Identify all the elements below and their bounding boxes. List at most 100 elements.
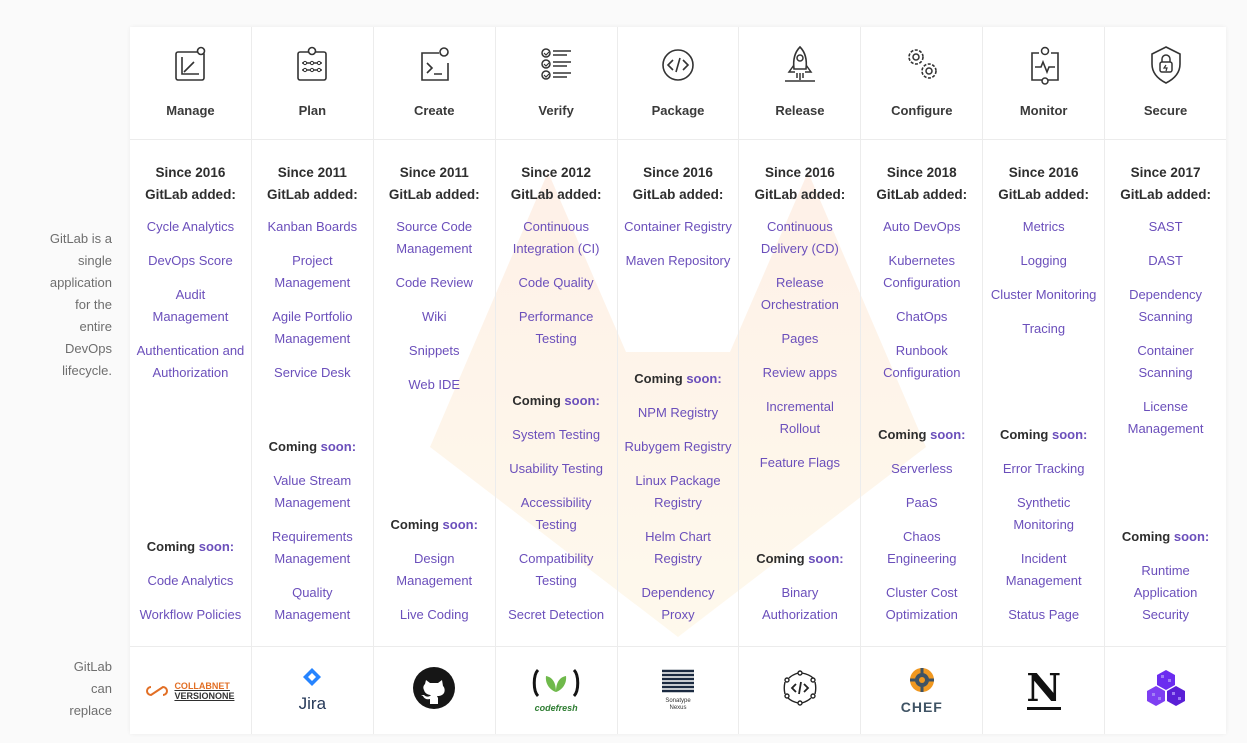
stage-column-create: Create Since 2011 GitLab added: Source Code… (373, 27, 496, 734)
feature-link[interactable]: Code Review (380, 272, 489, 294)
upcoming-feature-link[interactable]: Design Management (380, 548, 489, 592)
feature-link[interactable]: Runbook Configuration (867, 340, 976, 384)
stage-header-secure[interactable]: Secure (1105, 27, 1227, 140)
feature-link[interactable]: ChatOps (867, 306, 976, 328)
stage-header-create[interactable]: Create (373, 27, 495, 140)
feature-link[interactable]: Cluster Monitoring (989, 284, 1098, 306)
feature-link[interactable]: Audit Management (136, 284, 245, 328)
feature-link[interactable]: Project Management (258, 250, 367, 294)
feature-link[interactable]: Metrics (989, 216, 1098, 238)
replaced-tool-verify[interactable]: codefresh (495, 646, 617, 734)
added-heading: GitLab added: (998, 187, 1090, 202)
stage-name: Configure (891, 103, 953, 118)
upcoming-feature-link[interactable]: PaaS (867, 492, 976, 514)
feature-link[interactable]: Logging (989, 250, 1098, 272)
upcoming-feature-link[interactable]: Linux Package Registry (624, 470, 733, 514)
current-features: Since 2011 GitLab added: Source Code Manag… (380, 162, 489, 396)
feature-link[interactable]: Review apps (745, 362, 854, 384)
feature-link[interactable]: License Management (1111, 396, 1220, 440)
upcoming-feature-link[interactable]: NPM Registry (624, 402, 733, 424)
coming-soon-section: Coming soon: Design Management Live Coding (380, 514, 489, 638)
upcoming-feature-link[interactable]: Rubygem Registry (624, 436, 733, 458)
stage-header-release[interactable]: Release (739, 27, 861, 140)
replaced-tool-configure[interactable]: CHEF (861, 646, 983, 734)
upcoming-feature-link[interactable]: Quality Management (258, 582, 367, 626)
stage-features: Since 2017 GitLab added: SAST DAST Dependenc… (1105, 140, 1226, 646)
feature-link[interactable]: Agile Portfolio Management (258, 306, 367, 350)
upcoming-feature-link[interactable]: Incident Management (989, 548, 1098, 592)
feature-link[interactable]: Source Code Management (380, 216, 489, 260)
feature-link[interactable]: DAST (1111, 250, 1220, 272)
stage-header-monitor[interactable]: Monitor (983, 27, 1105, 140)
replaced-tool-manage[interactable]: COLLABNET VERSIONONE (130, 646, 251, 734)
caption-line: lifecycle. (62, 363, 112, 378)
replaced-tool-release[interactable] (739, 646, 861, 734)
feature-link[interactable]: Authentication and Authorization (136, 340, 245, 384)
feature-link[interactable]: Dependency Scanning (1111, 284, 1220, 328)
replaced-tool-create[interactable] (373, 646, 495, 734)
feature-link[interactable]: Container Registry (624, 216, 733, 238)
feature-link[interactable]: Continuous Delivery (CD) (745, 216, 854, 260)
upcoming-feature-link[interactable]: Accessibility Testing (502, 492, 611, 536)
replaced-tool-monitor[interactable]: N (983, 646, 1105, 734)
upcoming-feature-link[interactable]: Secret Detection (502, 604, 611, 626)
upcoming-feature-link[interactable]: Serverless (867, 458, 976, 480)
feature-link[interactable]: Web IDE (380, 374, 489, 396)
feature-link[interactable]: Auto DevOps (867, 216, 976, 238)
feature-link[interactable]: Continuous Integration (CI) (502, 216, 611, 260)
upcoming-feature-link[interactable]: System Testing (502, 424, 611, 446)
feature-link[interactable]: Code Quality (502, 272, 611, 294)
upcoming-feature-link[interactable]: Error Tracking (989, 458, 1098, 480)
upcoming-feature-link[interactable]: Value Stream Management (258, 470, 367, 514)
replaced-tool-package[interactable]: Sonatype Nexus (617, 646, 739, 734)
stage-header-package[interactable]: Package (617, 27, 739, 140)
feature-link[interactable]: Tracing (989, 318, 1098, 340)
upcoming-feature-link[interactable]: Dependency Proxy (624, 582, 733, 626)
feature-link[interactable]: Feature Flags (745, 452, 854, 474)
stage-name: Manage (166, 103, 215, 118)
feature-link[interactable]: Cycle Analytics (136, 216, 245, 238)
upcoming-feature-link[interactable]: Runtime Application Security (1111, 560, 1220, 626)
upcoming-feature-link[interactable]: Status Page (989, 604, 1098, 626)
feature-link[interactable]: Release Orchestration (745, 272, 854, 316)
stage-header-plan[interactable]: Plan (251, 27, 373, 140)
upcoming-feature-link[interactable]: Chaos Engineering (867, 526, 976, 570)
upcoming-feature-link[interactable]: Binary Authorization (745, 582, 854, 626)
feature-link[interactable]: Performance Testing (502, 306, 611, 350)
coming-soon-heading: Coming soon: (502, 390, 611, 412)
feature-link[interactable]: Service Desk (258, 362, 367, 384)
current-features: Since 2016 GitLab added: Metrics Logging Clu… (989, 162, 1098, 340)
feature-link[interactable]: Incremental Rollout (745, 396, 854, 440)
stage-header-manage[interactable]: Manage (130, 27, 251, 140)
upcoming-feature-link[interactable]: Cluster Cost Optimization (867, 582, 976, 626)
feature-link[interactable]: Maven Repository (624, 250, 733, 272)
added-heading: GitLab added: (632, 187, 724, 202)
replaced-tool-plan[interactable]: Jira (251, 646, 373, 734)
replaced-tool-logo (780, 668, 820, 713)
caption-line: single (78, 253, 112, 268)
feature-link[interactable]: SAST (1111, 216, 1220, 238)
feature-link[interactable]: Kanban Boards (258, 216, 367, 238)
upcoming-feature-link[interactable]: Helm Chart Registry (624, 526, 733, 570)
upcoming-feature-link[interactable]: Synthetic Monitoring (989, 492, 1098, 536)
feature-link[interactable]: DevOps Score (136, 250, 245, 272)
replaced-tool-secure[interactable] (1105, 646, 1227, 734)
feature-link[interactable]: Pages (745, 328, 854, 350)
upcoming-feature-link[interactable]: Usability Testing (502, 458, 611, 480)
feature-link[interactable]: Kubernetes Configuration (867, 250, 976, 294)
logo-text-line: codefresh (534, 703, 578, 713)
stage-header-configure[interactable]: Configure (861, 27, 983, 140)
feature-link[interactable]: Container Scanning (1111, 340, 1220, 384)
replaced-tool-logo: Sonatype Nexus (661, 669, 695, 712)
caption-line: DevOps (65, 341, 112, 356)
feature-link[interactable]: Snippets (380, 340, 489, 362)
soon-label: soon: (320, 439, 357, 454)
stage-header-verify[interactable]: Verify (495, 27, 617, 140)
upcoming-feature-link[interactable]: Live Coding (380, 604, 489, 626)
current-features: Since 2016 GitLab added: Cycle Analytics De… (136, 162, 245, 384)
feature-link[interactable]: Wiki (380, 306, 489, 328)
upcoming-feature-link[interactable]: Compatibility Testing (502, 548, 611, 592)
upcoming-feature-link[interactable]: Workflow Policies (136, 604, 245, 626)
upcoming-feature-link[interactable]: Requirements Management (258, 526, 367, 570)
upcoming-feature-link[interactable]: Code Analytics (136, 570, 245, 592)
